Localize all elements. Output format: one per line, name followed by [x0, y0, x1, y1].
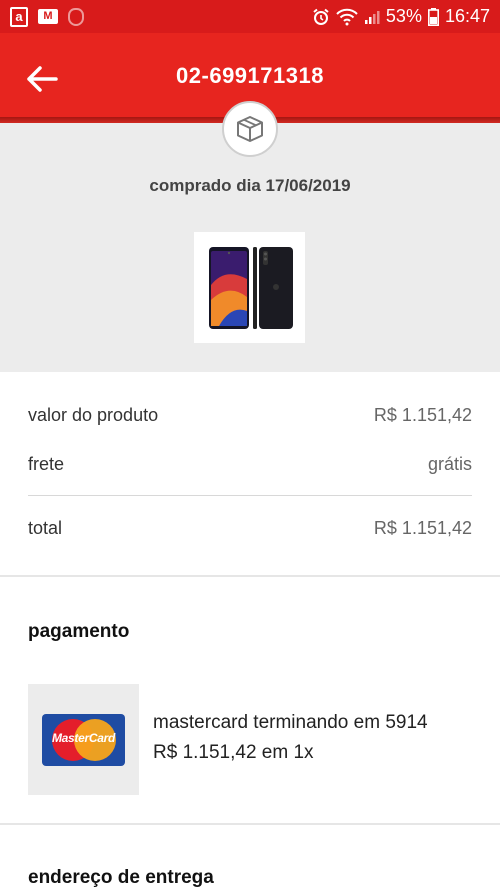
package-badge	[222, 101, 278, 157]
card-description: mastercard terminando em 5914	[153, 712, 428, 733]
smartphone-product-image	[208, 246, 293, 329]
mastercard-logo-text: MasterCard	[51, 730, 116, 745]
wifi-icon	[336, 8, 358, 26]
section-divider	[0, 823, 500, 825]
total-row: total R$ 1.151,42	[28, 518, 472, 539]
total-label: total	[28, 518, 63, 538]
card-brand-box: MasterCard	[28, 684, 139, 795]
product-value-row: valor do produto R$ 1.151,42	[28, 405, 472, 426]
payment-details: mastercard terminando em 5914 R$ 1.151,4…	[153, 708, 428, 768]
payment-title: pagamento	[28, 621, 130, 642]
alarm-icon	[312, 8, 330, 26]
total-value: R$ 1.151,42	[373, 518, 472, 538]
shield-icon	[68, 7, 84, 26]
signal-icon	[364, 9, 380, 25]
status-right-icons: 53% 16:47	[312, 6, 490, 27]
product-image[interactable]	[194, 232, 305, 343]
section-divider	[0, 575, 500, 577]
status-bar: a M 53% 16:47	[0, 0, 500, 33]
amazon-app-icon: a	[10, 6, 28, 27]
purchase-date: comprado dia 17/06/2019	[149, 176, 351, 195]
shipping-label: frete	[28, 454, 65, 474]
summary-divider	[28, 495, 472, 496]
delivery-address-title: endereço de entrega	[28, 867, 214, 888]
gmail-icon: M	[38, 9, 58, 24]
package-box-icon	[237, 116, 263, 142]
shipping-value: grátis	[427, 454, 472, 474]
shipping-row: frete grátis	[28, 454, 472, 475]
order-number-title: 02-699171318	[176, 63, 324, 88]
status-time: 16:47	[444, 6, 490, 26]
payment-amount: R$ 1.151,42 em 1x	[153, 742, 314, 763]
product-value-amount: R$ 1.151,42	[373, 405, 472, 425]
status-left-icons: a M	[10, 6, 84, 27]
product-value-label: valor do produto	[28, 405, 159, 425]
battery-percent: 53%	[385, 6, 422, 26]
battery-icon	[427, 7, 439, 26]
mastercard-logo-icon: MasterCard	[42, 713, 125, 766]
